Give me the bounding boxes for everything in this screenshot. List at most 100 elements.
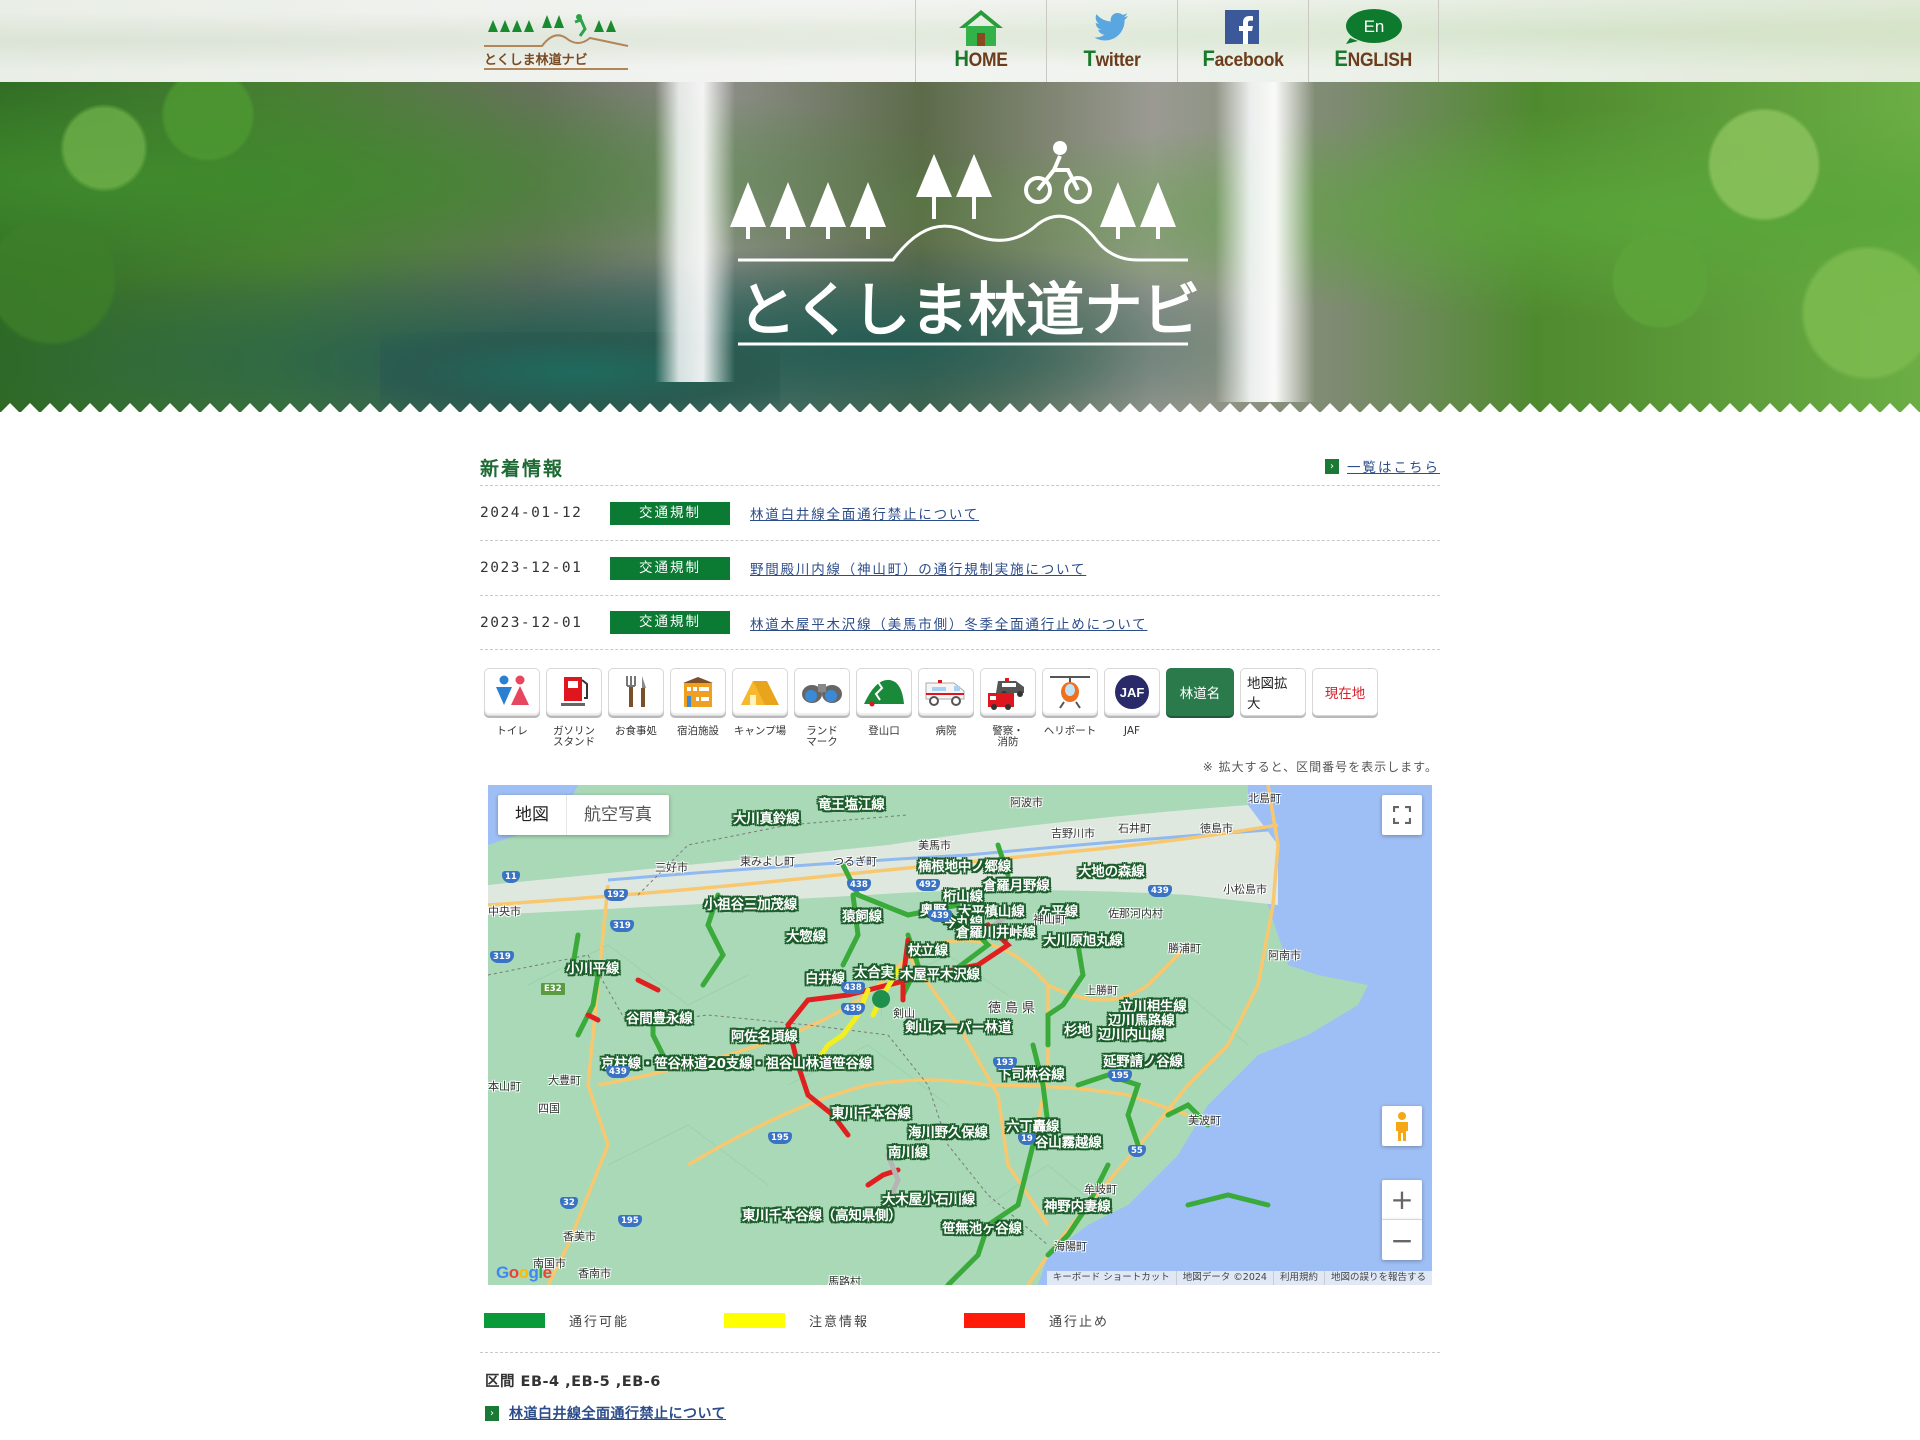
place-label: 東みよし町 (740, 855, 795, 868)
filter-gas-station-button[interactable] (546, 668, 602, 716)
road-label[interactable]: 大地の森線 (1078, 860, 1145, 880)
road-label[interactable]: 白井線 (805, 967, 845, 987)
road-label[interactable]: 杉地 (1064, 1019, 1091, 1039)
road-label[interactable]: 阿佐名頃線 (731, 1025, 798, 1045)
news-link[interactable]: 野間殿川内線（神山町）の通行規制実施について (750, 558, 1086, 578)
filter-police-fire-button[interactable] (980, 668, 1036, 716)
nav-english[interactable]: En ENGLISH (1308, 0, 1439, 82)
news-link[interactable]: 林道木屋平木沢線（美馬市側）冬季全面通行止めについて (750, 613, 1147, 633)
news-date: 2024-01-12 (480, 505, 583, 521)
road-label[interactable]: 大川真鈴線 (733, 807, 800, 827)
filter-trailhead-button[interactable] (856, 668, 912, 716)
helicopter-icon (1050, 676, 1090, 709)
filter-heliport-label: ヘリポート (1043, 725, 1097, 737)
filter-lodging-label: 宿泊施設 (677, 725, 719, 737)
filter-hospital-button[interactable] (918, 668, 974, 716)
news-more-link[interactable]: › 一覧はこちら (1325, 456, 1440, 476)
road-label[interactable]: 杖立線 (908, 939, 948, 959)
place-label: 四国 (538, 1102, 560, 1115)
expand-map-col: 地図拡大 (1240, 668, 1306, 748)
jaf-icon: JAF (1115, 675, 1149, 709)
site-logo[interactable]: とくしま林道ナビ (482, 12, 630, 72)
road-label[interactable]: 大惣線 (786, 925, 826, 945)
zoom-out-button[interactable]: − (1382, 1220, 1422, 1260)
filter-jaf-button[interactable]: JAF (1104, 668, 1160, 716)
filter-toilet-button[interactable] (484, 668, 540, 716)
legend-item-closed: 通行止め (964, 1311, 1204, 1330)
lodging-icon (683, 677, 713, 707)
road-label[interactable]: 倉羅川井峠線 (956, 921, 1036, 941)
road-label[interactable]: 谷間豊永線 (626, 1007, 693, 1027)
hero-banner: とくしま林道ナビ (0, 82, 1920, 412)
fullscreen-button[interactable] (1382, 795, 1422, 835)
road-label[interactable]: 竜王塩江線 (818, 793, 885, 813)
route-shield: 439 (841, 1003, 865, 1015)
nav-home[interactable]: HOME (915, 0, 1046, 82)
road-label[interactable]: 倉羅月野線 (983, 874, 1050, 894)
filter-landmark-button[interactable] (794, 668, 850, 716)
road-label[interactable]: 谷山霧越線 (1035, 1131, 1102, 1151)
legend-swatch (484, 1313, 545, 1328)
street-view-pegman-button[interactable] (1382, 1106, 1422, 1146)
road-map[interactable]: 竜王塩江線 大川真鈴線 楠根地中ノ郷線 倉羅月野線 大地の森線 桁山線 奥野 大… (488, 785, 1432, 1285)
report-error-link[interactable]: 地図の誤りを報告する (1323, 1271, 1432, 1285)
site-logo-text: とくしま林道ナビ (484, 52, 588, 68)
hero-logo: とくしま林道ナビ (730, 141, 1198, 346)
road-label[interactable]: 南川線 (888, 1141, 928, 1161)
filter-heliport-button[interactable] (1042, 668, 1098, 716)
terms-link[interactable]: 利用規約 (1272, 1271, 1324, 1285)
route-shield: 193 (993, 1057, 1017, 1069)
filter-heliport: ヘリポート (1042, 668, 1098, 748)
road-label[interactable]: 東川千本谷線（高知県側） (742, 1204, 902, 1224)
filter-jaf: JAF JAF (1104, 668, 1160, 748)
place-label: 神山町 (1033, 913, 1066, 926)
road-label[interactable]: 京柱線・笹谷林道20支線・祖谷山林道笹谷線 (601, 1052, 872, 1072)
road-label[interactable]: 小川平線 (566, 957, 619, 977)
nav-facebook[interactable]: Facebook (1177, 0, 1308, 82)
section-divider (480, 1352, 1440, 1353)
road-label[interactable]: 猿飼線 (842, 905, 882, 925)
road-label[interactable]: 剣山スーパー林道 (905, 1016, 1011, 1036)
filter-campsite-button[interactable] (732, 668, 788, 716)
current-location-button[interactable]: 現在地 (1312, 668, 1378, 716)
filter-lodging-button[interactable] (670, 668, 726, 716)
road-label[interactable]: 海川野久保線 (908, 1121, 988, 1141)
nav-twitter[interactable]: Twitter (1046, 0, 1177, 82)
place-label: 美波町 (1188, 1114, 1221, 1127)
road-label[interactable]: 木屋平木沢線 (900, 963, 980, 983)
road-label[interactable]: 楠根地中ノ郷線 (918, 855, 1011, 875)
road-label[interactable]: 笹無池ヶ谷線 (942, 1217, 1022, 1237)
news-link[interactable]: 林道白井線全面通行禁止について (750, 503, 979, 523)
road-label[interactable]: 太合実 (854, 961, 894, 981)
section-notice-link-text[interactable]: 林道白井線全面通行禁止について (509, 1403, 726, 1423)
road-label[interactable]: 神野内妻線 (1044, 1195, 1111, 1215)
road-label[interactable]: 大川原旭丸線 (1043, 929, 1123, 949)
road-label[interactable]: 辺川内山線 (1098, 1023, 1165, 1043)
map-type-satellite-button[interactable]: 航空写真 (566, 795, 669, 835)
road-label[interactable]: 東川千本谷線 (831, 1102, 911, 1122)
expand-map-button[interactable]: 地図拡大 (1240, 668, 1306, 716)
trailhead-icon (864, 679, 904, 707)
place-label: 剣山 (893, 1007, 915, 1020)
map-type-map-button[interactable]: 地図 (498, 795, 566, 835)
filter-restaurant-button[interactable] (608, 668, 664, 716)
english-en-icon: En (1345, 9, 1402, 44)
binoculars-icon (802, 684, 842, 703)
google-logo: Google (496, 1263, 552, 1282)
filter-toilet: トイレ (484, 668, 540, 748)
filter-trailhead: 登山口 (856, 668, 912, 748)
route-shield: 319 (610, 920, 634, 932)
news-more-link-text[interactable]: 一覧はこちら (1347, 456, 1440, 476)
hero-foliage-right (1400, 82, 1920, 412)
filter-restaurant: お食事処 (608, 668, 664, 748)
road-label[interactable]: 小祖谷三加茂線 (704, 893, 797, 913)
road-label[interactable]: 延野請ノ谷線 (1103, 1050, 1183, 1070)
place-label: 勝浦町 (1168, 942, 1201, 955)
route-shield: E32 (541, 983, 565, 995)
ambulance-icon (925, 680, 965, 706)
home-icon (959, 10, 1003, 46)
road-names-button[interactable]: 林道名 (1166, 668, 1234, 716)
keyboard-shortcuts-link[interactable]: キーボード ショートカット (1047, 1271, 1176, 1285)
section-notice-link[interactable]: › 林道白井線全面通行禁止について (485, 1403, 726, 1423)
zoom-in-button[interactable]: + (1382, 1180, 1422, 1220)
